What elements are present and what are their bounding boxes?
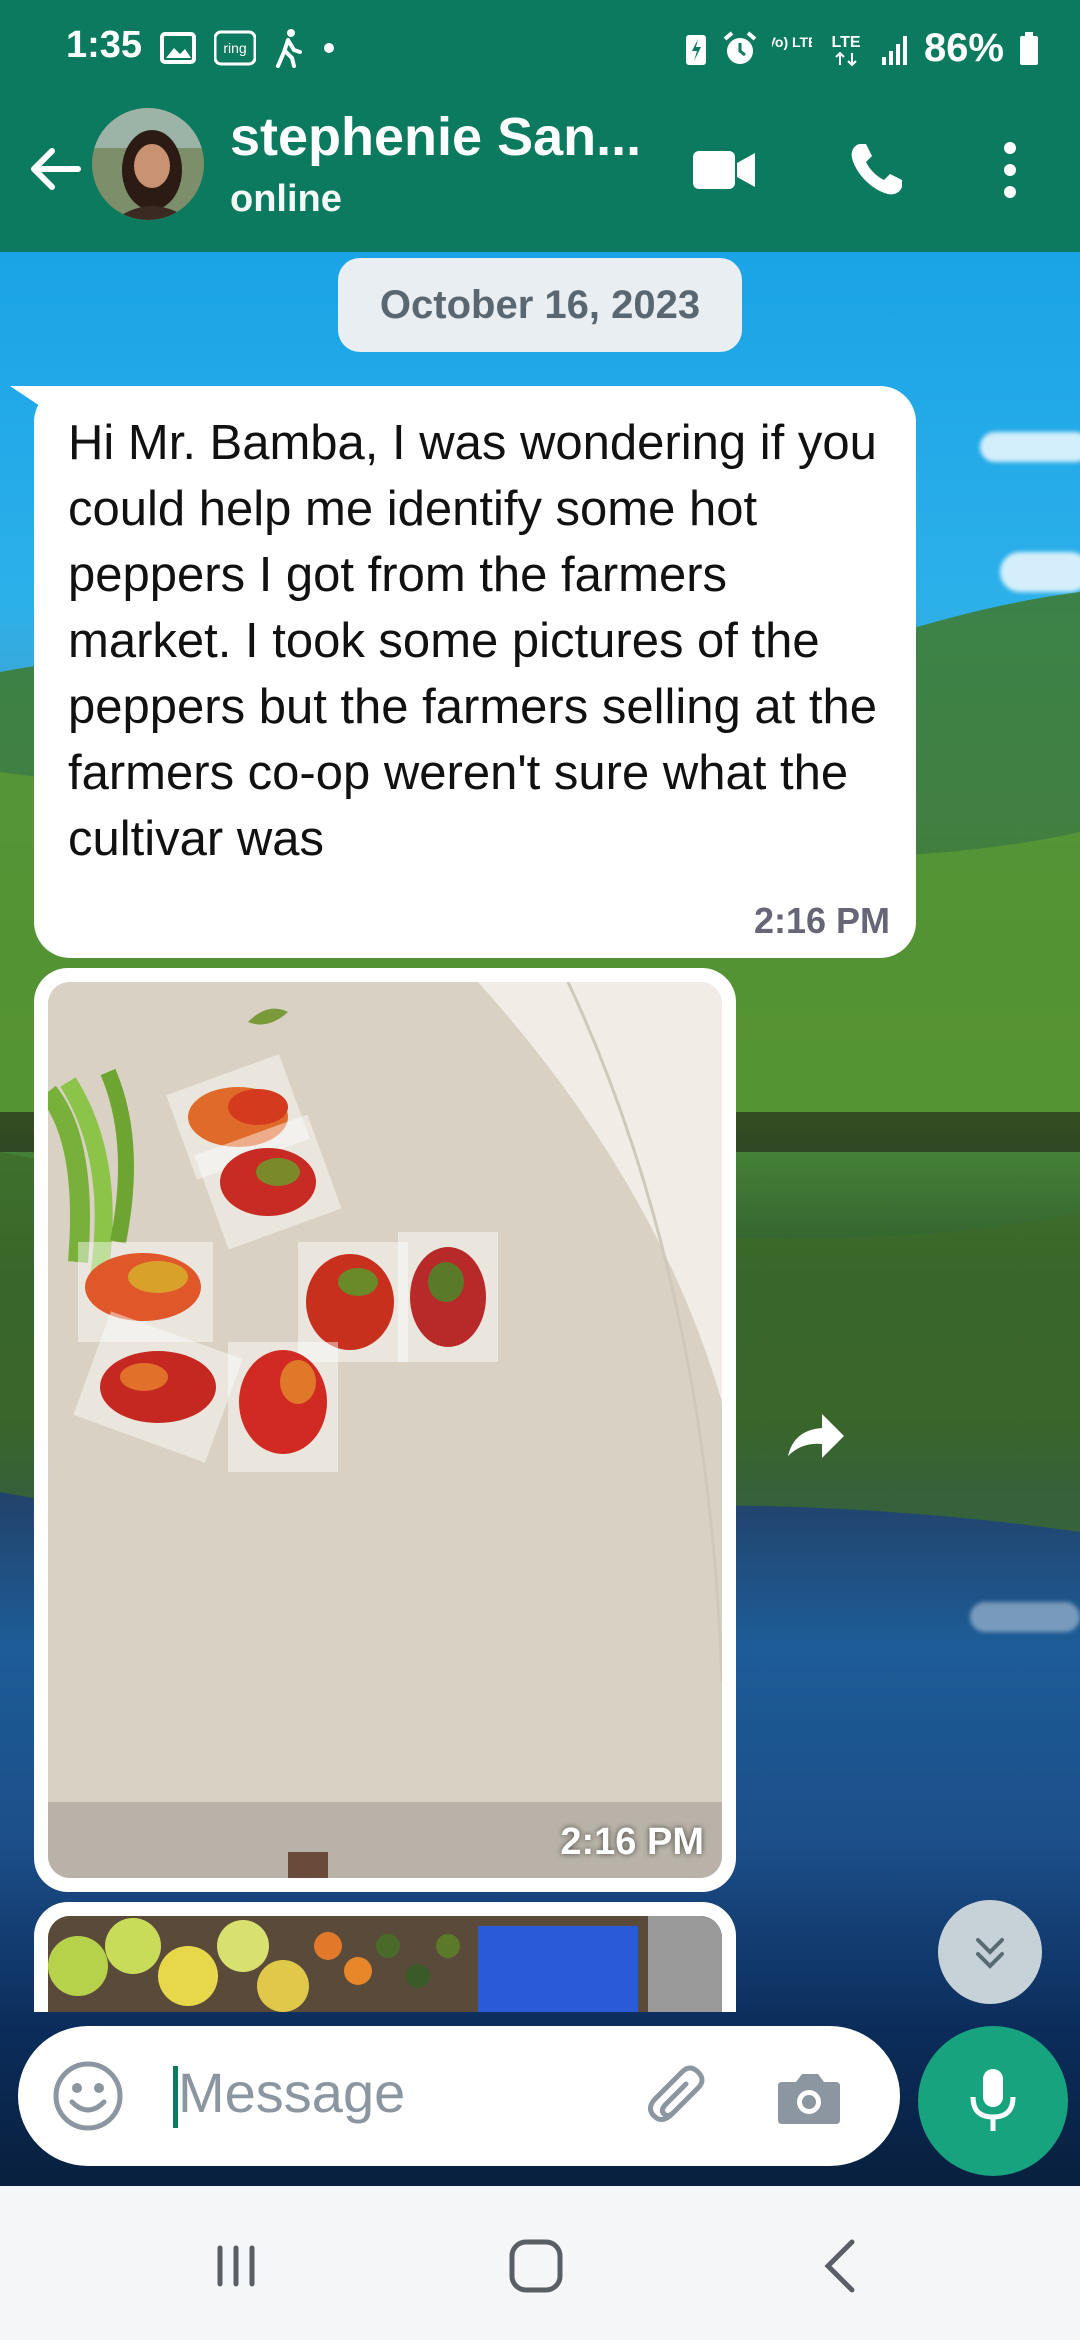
recent-apps-icon bbox=[217, 2245, 255, 2287]
battery-percent: 86% bbox=[923, 26, 1004, 70]
contact-status: online bbox=[230, 178, 342, 220]
message-text: Hi Mr. Bamba, I was wondering if you cou… bbox=[68, 416, 877, 866]
double-chevron-down-icon bbox=[976, 1938, 1004, 1969]
lte-icon-label: LTE bbox=[831, 34, 860, 51]
more-options-button[interactable] bbox=[970, 130, 1050, 210]
avatar-photo-icon bbox=[92, 108, 204, 220]
alarm-icon bbox=[723, 30, 757, 64]
video-camera-icon bbox=[693, 151, 755, 189]
scroll-to-bottom-button[interactable] bbox=[938, 1900, 1042, 2004]
photo-peppers-icon bbox=[48, 982, 722, 1878]
home-button[interactable] bbox=[486, 2226, 586, 2306]
status-time: 1:35 bbox=[66, 24, 143, 66]
status-right-icons: Vo) LTE LTE 86% bbox=[684, 26, 1040, 71]
message-time: 2:16 PM bbox=[753, 900, 890, 941]
incoming-image-bubble[interactable]: 2:16 PM bbox=[34, 968, 736, 1892]
volte-icon: Vo) LTE bbox=[772, 34, 812, 50]
signal-icon bbox=[881, 35, 907, 65]
incoming-image-bubble-2[interactable] bbox=[34, 1902, 736, 2012]
dot-icon bbox=[324, 43, 334, 53]
image-time: 2:16 PM bbox=[560, 1821, 704, 1863]
back-chevron-icon bbox=[824, 2239, 855, 2293]
voice-message-button[interactable] bbox=[918, 2026, 1068, 2176]
ring-icon-label: ring bbox=[223, 40, 246, 56]
battery-icon bbox=[1020, 31, 1038, 65]
more-vertical-icon bbox=[1004, 142, 1016, 198]
message-input[interactable]: Message bbox=[178, 2060, 405, 2125]
attachment-icon[interactable] bbox=[638, 2056, 718, 2136]
system-nav-bar bbox=[0, 2186, 1080, 2340]
fruit-market-photo[interactable] bbox=[48, 1916, 722, 2012]
microphone-icon bbox=[970, 2069, 1016, 2131]
back-button[interactable] bbox=[790, 2226, 890, 2306]
emoji-icon[interactable] bbox=[52, 2060, 124, 2132]
voice-call-button[interactable] bbox=[836, 130, 916, 210]
incoming-message-bubble[interactable]: Hi Mr. Bamba, I was wondering if you cou… bbox=[34, 386, 916, 958]
status-bar: 1:35 ring Vo) LTE LTE 86% bbox=[0, 0, 1080, 100]
video-call-button[interactable] bbox=[684, 130, 764, 210]
chat-header: stephenie San... online bbox=[0, 100, 1080, 252]
walking-icon bbox=[276, 29, 302, 68]
pepper-bags-photo[interactable]: 2:16 PM bbox=[48, 982, 722, 1878]
back-arrow-icon[interactable] bbox=[22, 136, 88, 202]
volte-icon-label: Vo) LTE bbox=[772, 34, 812, 50]
status-left-icons: ring bbox=[160, 28, 336, 68]
gallery-icon bbox=[160, 32, 196, 64]
forward-icon[interactable] bbox=[780, 1400, 850, 1470]
recent-apps-button[interactable] bbox=[186, 2226, 286, 2306]
camera-icon[interactable] bbox=[768, 2058, 848, 2138]
phone-icon bbox=[851, 144, 902, 195]
ring-icon: ring bbox=[214, 30, 256, 66]
avatar[interactable] bbox=[92, 108, 204, 220]
contact-name[interactable]: stephenie San... bbox=[230, 106, 650, 168]
photo-fruits-icon bbox=[48, 1916, 722, 2012]
home-icon bbox=[509, 2239, 563, 2293]
date-separator: October 16, 2023 bbox=[338, 258, 742, 352]
lte-icon: LTE bbox=[831, 34, 861, 66]
message-input-bar: Message bbox=[18, 2026, 900, 2166]
battery-saver-icon bbox=[685, 34, 706, 65]
